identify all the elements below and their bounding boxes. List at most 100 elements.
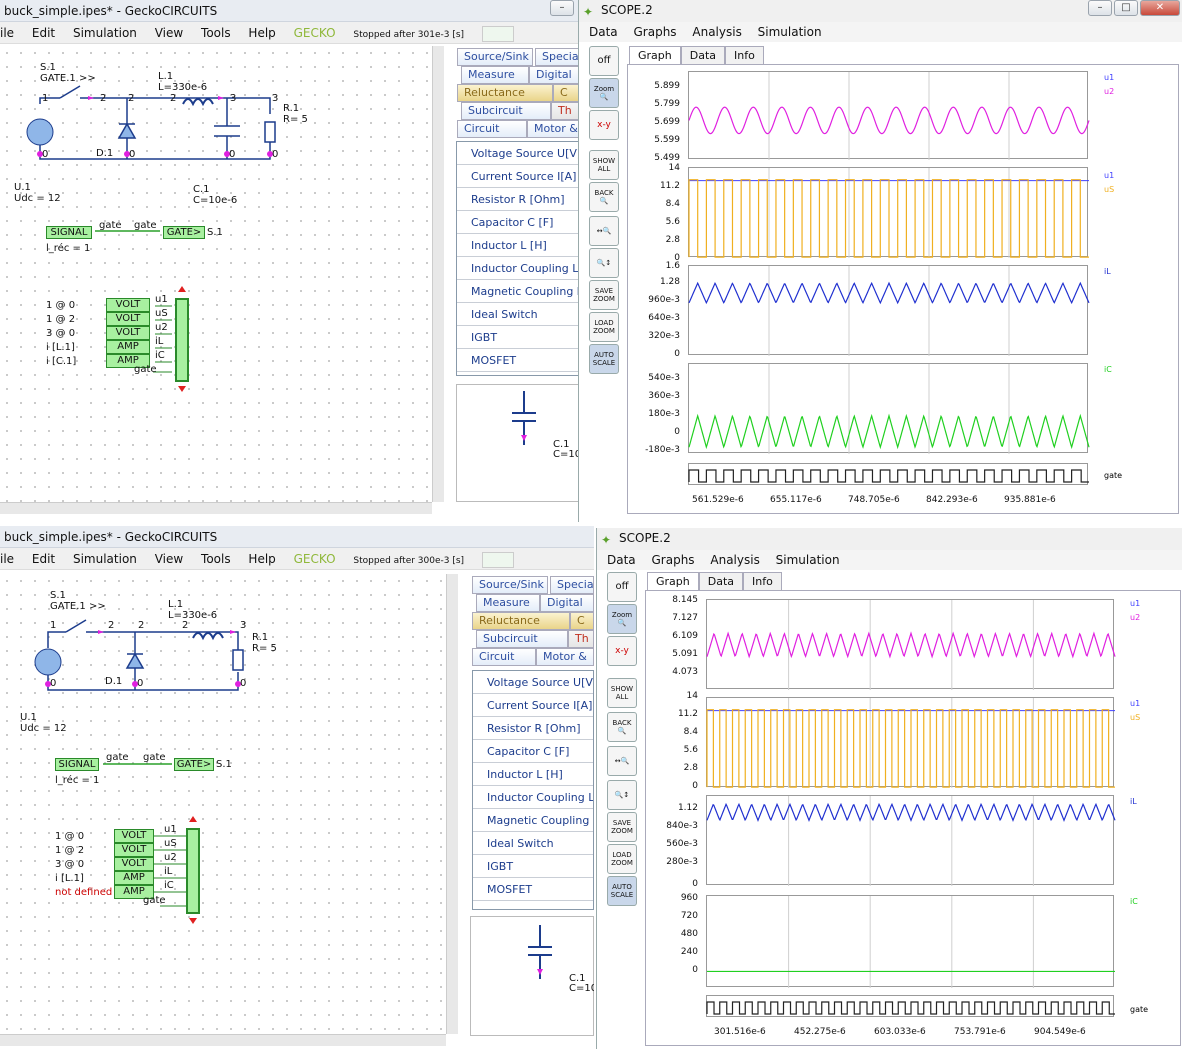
palette-inductor[interactable]: Inductor L [H] (473, 763, 593, 786)
palette-resistor[interactable]: Resistor R [Ohm] (457, 188, 579, 211)
tool-zoom-y[interactable]: 🔍↕ (607, 780, 637, 810)
meter-amp-4[interactable]: AMP (114, 871, 154, 885)
scope-tab-info[interactable]: Info (725, 46, 764, 64)
palette-inductor-coupling[interactable]: Inductor Coupling Lc (473, 786, 593, 809)
tool-off[interactable]: off (607, 572, 637, 602)
meter-volt-1[interactable]: VOLT (114, 829, 154, 843)
tab-reluctance[interactable]: Reluctance (457, 84, 553, 102)
meter-volt-1[interactable]: VOLT (106, 298, 150, 312)
scope-tab-data[interactable]: Data (680, 46, 726, 64)
scope-menu-graphs[interactable]: Graphs (633, 25, 676, 39)
tab-subcircuit[interactable]: Subcircuit (476, 630, 568, 648)
menu-simulation[interactable]: Simulation (73, 26, 137, 40)
tool-show-all[interactable]: SHOW ALL (607, 678, 637, 708)
scope-tab-info[interactable]: Info (743, 572, 782, 590)
tab-c[interactable]: C (570, 612, 594, 630)
palette-mosfet[interactable]: MOSFET (473, 878, 593, 901)
signal-block[interactable]: SIGNAL (46, 226, 92, 239)
tool-auto-scale[interactable]: AUTO SCALE (589, 344, 619, 374)
palette-mosfet[interactable]: MOSFET (457, 349, 579, 372)
palette-inductor-coupling[interactable]: Inductor Coupling Lc (457, 257, 579, 280)
menu-edit[interactable]: Edit (32, 552, 55, 566)
tool-zoom-x[interactable]: ↔🔍 (589, 216, 619, 246)
menu-help[interactable]: Help (248, 26, 275, 40)
palette-capacitor[interactable]: Capacitor C [F] (457, 211, 579, 234)
palette-magnetic-coupling[interactable]: Magnetic Coupling k (457, 280, 579, 303)
tab-c[interactable]: C (553, 84, 580, 102)
palette-magnetic-coupling[interactable]: Magnetic Coupling k (473, 809, 593, 832)
tab-subcircuit[interactable]: Subcircuit (461, 102, 551, 120)
tab-motor[interactable]: Motor & (536, 648, 594, 666)
plot-2[interactable] (706, 697, 1115, 788)
tool-xy[interactable]: x-y (589, 110, 619, 140)
palette-igbt[interactable]: IGBT (473, 855, 593, 878)
plot-1[interactable] (688, 71, 1090, 160)
plot-5-gate[interactable] (688, 463, 1089, 485)
tool-save-zoom[interactable]: SAVE ZOOM (607, 812, 637, 842)
gate-block[interactable]: GATE> (174, 758, 214, 771)
tool-zoom-x[interactable]: ↔🔍 (607, 746, 637, 776)
plot-3[interactable] (688, 265, 1090, 356)
tab-source-sink[interactable]: Source/Sink (472, 576, 548, 594)
plot-1[interactable] (706, 599, 1116, 690)
tab-measure[interactable]: Measure (461, 66, 529, 84)
tab-digital[interactable]: Digital (529, 66, 580, 84)
palette-ideal-switch[interactable]: Ideal Switch (457, 303, 579, 326)
palette-capacitor[interactable]: Capacitor C [F] (473, 740, 593, 763)
menu-view[interactable]: View (155, 552, 183, 566)
menu-file[interactable]: ile (0, 552, 14, 566)
tool-zoom-y[interactable]: 🔍↕ (589, 248, 619, 278)
tab-circuit[interactable]: Circuit (457, 120, 527, 138)
plot-5-gate[interactable] (706, 995, 1115, 1017)
menu-help[interactable]: Help (248, 552, 275, 566)
signal-block[interactable]: SIGNAL (55, 758, 99, 771)
menu-gecko[interactable]: GECKO (294, 552, 336, 566)
palette-voltage-source[interactable]: Voltage Source U[V] (473, 671, 593, 694)
meter-volt-3[interactable]: VOLT (106, 326, 150, 340)
tab-measure[interactable]: Measure (476, 594, 540, 612)
scope-maximize-button[interactable]: □ (1114, 0, 1138, 16)
menu-simulation[interactable]: Simulation (73, 552, 137, 566)
menu-tools[interactable]: Tools (201, 26, 231, 40)
palette-inductor[interactable]: Inductor L [H] (457, 234, 579, 257)
menu-file[interactable]: ile (0, 26, 14, 40)
menu-edit[interactable]: Edit (32, 26, 55, 40)
menu-view[interactable]: View (155, 26, 183, 40)
meter-volt-3[interactable]: VOLT (114, 857, 154, 871)
scope-menu-data[interactable]: Data (589, 25, 618, 39)
tab-special[interactable]: Special (550, 576, 594, 594)
scope-close-button[interactable]: ✕ (1140, 0, 1180, 16)
scope-tab-graph[interactable]: Graph (629, 46, 681, 64)
plot-4[interactable] (706, 895, 1115, 988)
tool-xy[interactable]: x-y (607, 636, 637, 666)
plot-4[interactable] (688, 363, 1090, 454)
palette-current-source[interactable]: Current Source I[A] (473, 694, 593, 717)
scope-tab-graph[interactable]: Graph (647, 572, 699, 590)
canvas-hscroll[interactable] (0, 502, 432, 514)
palette-voltage-source[interactable]: Voltage Source U[V] (457, 142, 579, 165)
scope-menu-graphs[interactable]: Graphs (651, 553, 694, 567)
tool-save-zoom[interactable]: SAVE ZOOM (589, 280, 619, 310)
palette-ideal-switch[interactable]: Ideal Switch (473, 832, 593, 855)
circuit-canvas[interactable]: S.1 GATE.1 >> L.1 L=330e-6 R.1 R= 5 U.1 … (0, 46, 432, 502)
gate-block[interactable]: GATE> (163, 226, 205, 239)
scope-menu-analysis[interactable]: Analysis (692, 25, 741, 39)
minimize-button[interactable]: – (550, 0, 574, 16)
canvas-hscroll[interactable] (0, 1034, 446, 1046)
palette-igbt[interactable]: IGBT (457, 326, 579, 349)
scope-menu-data[interactable]: Data (607, 553, 636, 567)
circuit-canvas[interactable]: S.1 GATE.1 >> L.1 L=330e-6 R.1 R= 5 U.1 … (0, 574, 446, 1034)
palette-resistor[interactable]: Resistor R [Ohm] (473, 717, 593, 740)
tab-digital[interactable]: Digital (540, 594, 594, 612)
tool-load-zoom[interactable]: LOAD ZOOM (607, 844, 637, 874)
plot-2[interactable] (688, 167, 1089, 258)
tab-special[interactable]: Special (535, 48, 580, 66)
tool-back[interactable]: BACK 🔍 (589, 182, 619, 212)
menu-tools[interactable]: Tools (201, 552, 231, 566)
canvas-vscroll[interactable] (446, 574, 458, 1034)
meter-volt-2[interactable]: VOLT (106, 312, 150, 326)
scope-tab-data[interactable]: Data (698, 572, 744, 590)
tool-load-zoom[interactable]: LOAD ZOOM (589, 312, 619, 342)
scope-menu-simulation[interactable]: Simulation (758, 25, 822, 39)
scope-menu-simulation[interactable]: Simulation (776, 553, 840, 567)
